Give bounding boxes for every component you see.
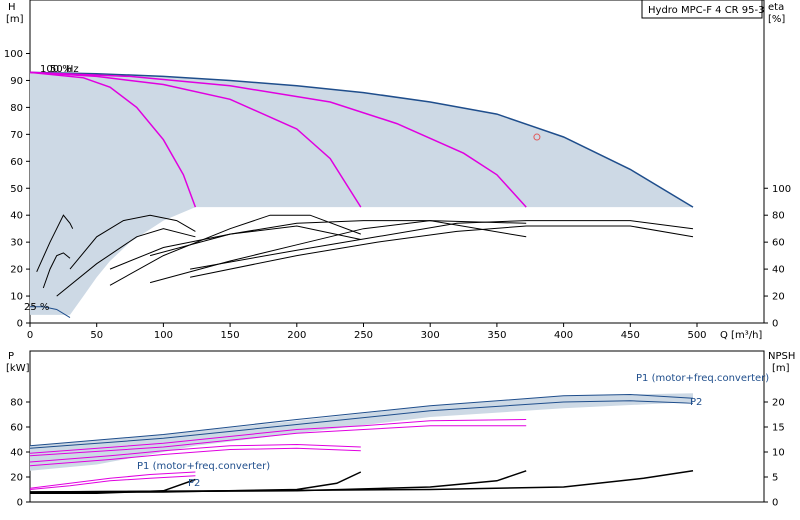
y-axis-unit: [m] [6, 14, 24, 25]
y-tick-label: 50 [10, 184, 23, 195]
min-speed-label: 25 % [24, 302, 49, 313]
power-tick-label: 80 [10, 398, 23, 409]
y-tick-label: 30 [10, 238, 23, 249]
npsh-tick-label: 10 [772, 448, 785, 459]
power-axis-label: P [8, 351, 14, 362]
p2-label-high: P2 [690, 397, 702, 408]
eta-axis-unit: [%] [768, 14, 785, 25]
x-tick-label: 450 [621, 330, 640, 341]
y-tick-label: 10 [10, 292, 23, 303]
x-axis-label: Q [m³/h] [720, 330, 762, 341]
power-tick-label: 40 [10, 448, 23, 459]
eta-curve [190, 225, 694, 278]
chart-title: Hydro MPC-F 4 CR 95-3 [648, 5, 765, 16]
p1-label-low: P1 (motor+freq.converter) [137, 461, 270, 472]
y-tick-label: 60 [10, 157, 23, 168]
power-axis-unit: [kW] [6, 363, 30, 374]
eta-tick-label: 80 [772, 211, 785, 222]
y-tick-label: 80 [10, 103, 23, 114]
power-tick-label: 20 [10, 473, 23, 484]
y-tick-label: 40 [10, 211, 23, 222]
x-tick-label: 0 [27, 330, 33, 341]
x-tick-label: 300 [421, 330, 440, 341]
eta-tick-label: 0 [772, 319, 778, 330]
x-tick-label: 400 [554, 330, 573, 341]
eta-tick-label: 60 [772, 238, 785, 249]
head-panel: 0 10 20 30 40 50 60 70 80 90 100 0 20 40 60 80 100 0 50 100… [4, 2, 791, 341]
y-tick-label: 0 [17, 319, 23, 330]
y-tick-label: 70 [10, 130, 23, 141]
x-tick-label: 100 [154, 330, 173, 341]
npsh-axis-unit: [m] [772, 363, 790, 374]
x-tick-label: 200 [287, 330, 306, 341]
power-panel: 02040608005101520P[kW]NPSH[m]P1 (motor+f… [6, 351, 795, 509]
npsh-tick-label: 0 [772, 498, 778, 509]
power-tick-label: 60 [10, 423, 23, 434]
power-tick-label: 0 [17, 498, 23, 509]
chart-svg: Hydro MPC-F 4 CR 95-3 010203040506070809… [4, 0, 795, 509]
npsh-tick-label: 15 [772, 423, 785, 434]
power-operating-area [30, 393, 693, 471]
eta-curve [109, 225, 361, 270]
pump-curve-chart: Hydro MPC-F 4 CR 95-3 0 10 20 30 40 50 60 70 80 9… [0, 0, 800, 520]
x-tick-label: 350 [487, 330, 506, 341]
y-axis-label: H [8, 2, 16, 13]
y-tick-label: 90 [10, 76, 23, 87]
p2-label-low: P2 [188, 478, 200, 489]
y-tick-label: 100 [4, 49, 23, 60]
eta-tick-label: 20 [772, 292, 785, 303]
head-operating-area [30, 72, 693, 315]
x-tick-label: 50 [90, 330, 103, 341]
x-tick-label: 500 [687, 330, 706, 341]
p1-label-high: P1 (motor+freq.converter) [636, 373, 769, 384]
eta-tick-label: 100 [772, 184, 791, 195]
y-tick-label: 20 [10, 265, 23, 276]
eta-tick-label: 40 [772, 265, 785, 276]
x-tick-label: 150 [221, 330, 240, 341]
npsh-axis-label: NPSH [768, 351, 795, 362]
npsh-tick-label: 20 [772, 398, 785, 409]
freq-label: 50 Hz [50, 64, 79, 75]
eta-axis-label: eta [768, 2, 784, 13]
x-tick-label: 250 [354, 330, 373, 341]
npsh-tick-label: 5 [772, 473, 778, 484]
